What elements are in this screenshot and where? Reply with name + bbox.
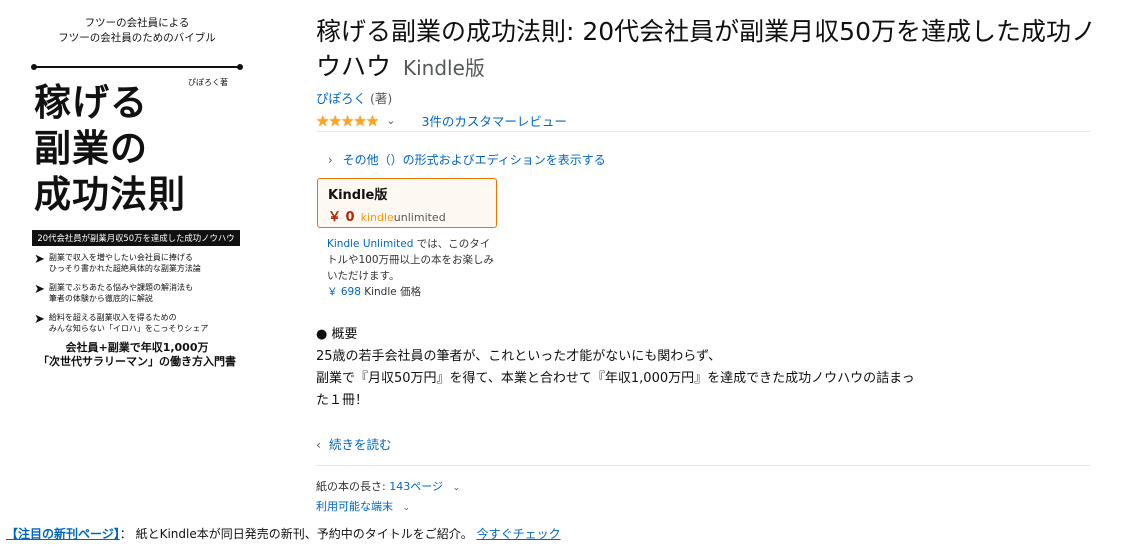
page-length-value[interactable]: 143ページ xyxy=(389,480,443,493)
divider xyxy=(316,131,1090,132)
kindle-unlimited-logo: kindleunlimited xyxy=(361,211,446,224)
author-link[interactable]: ぴぽろく xyxy=(316,91,366,106)
byline: ぴぽろく (著) xyxy=(316,88,392,107)
chevron-down-icon[interactable]: ⌄ xyxy=(452,483,460,493)
cover-bullet: ➤ 副業で収入を増やしたい会社員に捧げる ひっそり書かれた超絶具体的な副業方法論 xyxy=(34,252,244,274)
devices-row: 利用可能な端末 ⌄ xyxy=(316,498,410,514)
page-length-label: 紙の本の長さ: xyxy=(316,480,390,493)
editions-row: › その他（）の形式およびエディションを表示する xyxy=(328,151,606,168)
other-editions-link[interactable]: その他（）の形式およびエディションを表示する xyxy=(343,153,606,167)
kindle-unlimited-note: Kindle Unlimited では、このタイトルや100万冊以上の本をお楽し… xyxy=(327,236,495,284)
cover-rule xyxy=(31,64,243,70)
cover-tagline: フツーの会社員による フツーの会社員のためのバイブル xyxy=(28,16,246,46)
product-description: ● 概要 25歳の若手会社員の筆者が、これといった才能がないにも関わらず、 副業… xyxy=(316,324,1016,412)
cover-bullet-line: 給料を超える副業収入を得るための xyxy=(48,313,177,322)
read-more-link[interactable]: 続きを読む xyxy=(329,437,392,452)
description-line: た１冊！ xyxy=(316,393,369,408)
kindle-format-box[interactable]: Kindle版 ￥ 0 kindleunlimited xyxy=(317,178,497,228)
arrow-icon: ➤ xyxy=(34,312,45,327)
cover-bottom-line1: 会社員+副業で年収1,000万 xyxy=(65,341,209,354)
cover-big-title-line3: 成功法則 xyxy=(34,173,186,216)
cover-bullet: ➤ 給料を超える副業収入を得るための みんな知らない「イロハ」をこっそりシェア xyxy=(34,312,244,334)
cover-bullet-line: ひっそり書かれた超絶具体的な副業方法論 xyxy=(48,264,201,273)
new-release-badge-link[interactable]: 【注目の新刊ページ】 xyxy=(6,527,120,541)
available-devices-link[interactable]: 利用可能な端末 xyxy=(316,500,393,513)
footer-text: ： 紙とKindle本が同日発売の新刊、予約中のタイトルをご紹介。 xyxy=(119,527,473,541)
kindle-price-row: ￥ 698 Kindle 価格 xyxy=(327,284,421,299)
footer-banner: 【注目の新刊ページ】： 紙とKindle本が同日発売の新刊、予約中のタイトルをご… xyxy=(6,525,561,542)
cover-bullet-line: みんな知らない「イロハ」をこっそりシェア xyxy=(48,324,209,333)
chevron-right-icon[interactable]: › xyxy=(328,153,333,167)
page-length-row: 紙の本の長さ: 143ページ ⌄ xyxy=(316,478,460,494)
cover-bullet-line: 筆者の体験から徹底的に解説 xyxy=(48,294,153,303)
cover-bullet: ➤ 副業でぶちあたる悩みや課題の解消法も 筆者の体験から徹底的に解説 xyxy=(34,282,244,304)
cover-bullets: ➤ 副業で収入を増やしたい会社員に捧げる ひっそり書かれた超絶具体的な副業方法論… xyxy=(34,252,244,342)
cover-bullet-line: 副業でぶちあたる悩みや課題の解消法も xyxy=(48,283,193,292)
author-role: (著) xyxy=(370,91,393,106)
description-line: 副業で『月収50万円』を得て、本業と合わせて『年収1,000万円』を達成できた成… xyxy=(316,371,915,386)
kindle-unlimited-link[interactable]: Kindle Unlimited xyxy=(327,238,413,250)
cover-bottom-line2: 「次世代サラリーマン」の働き方入門書 xyxy=(38,355,236,368)
description-heading: ● 概要 xyxy=(316,327,358,342)
product-format: Kindle版 xyxy=(402,56,485,80)
arrow-icon: ➤ xyxy=(34,282,45,297)
description-line: 25歳の若手会社員の筆者が、これといった才能がないにも関わらず、 xyxy=(316,349,722,364)
chevron-left-icon: ‹ xyxy=(316,437,321,452)
kindle-price-label: Kindle 価格 xyxy=(360,286,422,298)
cover-big-title: 稼げる 副業の 成功法則 xyxy=(34,80,186,218)
cover-bullet-line: 副業で収入を増やしたい会社員に捧げる xyxy=(48,253,193,262)
cover-tagline-line1: フツーの会社員による xyxy=(84,17,190,29)
cover-big-title-line2: 副業の xyxy=(34,127,148,170)
book-cover[interactable]: フツーの会社員による フツーの会社員のためのバイブル ぴぽろく著 稼げる 副業の… xyxy=(28,14,246,374)
ratings-row: ★★★★★ ⌄ 3件のカスタマーレビュー xyxy=(316,111,567,130)
read-more[interactable]: ‹ 続きを読む xyxy=(316,434,392,453)
kindle-price-value: ￥ 698 xyxy=(327,286,361,298)
arrow-icon: ➤ xyxy=(34,252,45,267)
chevron-down-icon[interactable]: ⌄ xyxy=(386,114,395,127)
kindle-unlimited-logo-prefix: kindle xyxy=(360,211,394,224)
kindle-price: ￥ 0 xyxy=(328,210,355,225)
star-rating-icon[interactable]: ★★★★★ xyxy=(316,112,379,130)
reviews-link[interactable]: 3件のカスタマーレビュー xyxy=(421,111,566,130)
kindle-format-title: Kindle版 xyxy=(328,188,388,203)
check-now-link[interactable]: 今すぐチェック xyxy=(477,527,561,541)
divider xyxy=(316,465,1090,466)
product-title: 稼げる副業の成功法則: 20代会社員が副業月収50万を達成した成功ノウハウ Ki… xyxy=(316,14,1096,86)
cover-author: ぴぽろく著 xyxy=(188,78,228,87)
cover-bottom-text: 会社員+副業で年収1,000万 「次世代サラリーマン」の働き方入門書 xyxy=(28,341,246,369)
chevron-down-icon[interactable]: ⌄ xyxy=(403,503,411,513)
cover-big-title-line1: 稼げる xyxy=(34,81,148,124)
cover-tagline-line2: フツーの会社員のためのバイブル xyxy=(58,32,216,44)
kindle-unlimited-logo-suffix: unlimited xyxy=(393,211,446,224)
cover-band: 20代会社員が副業月収50万を達成した成功ノウハウ xyxy=(32,230,240,246)
